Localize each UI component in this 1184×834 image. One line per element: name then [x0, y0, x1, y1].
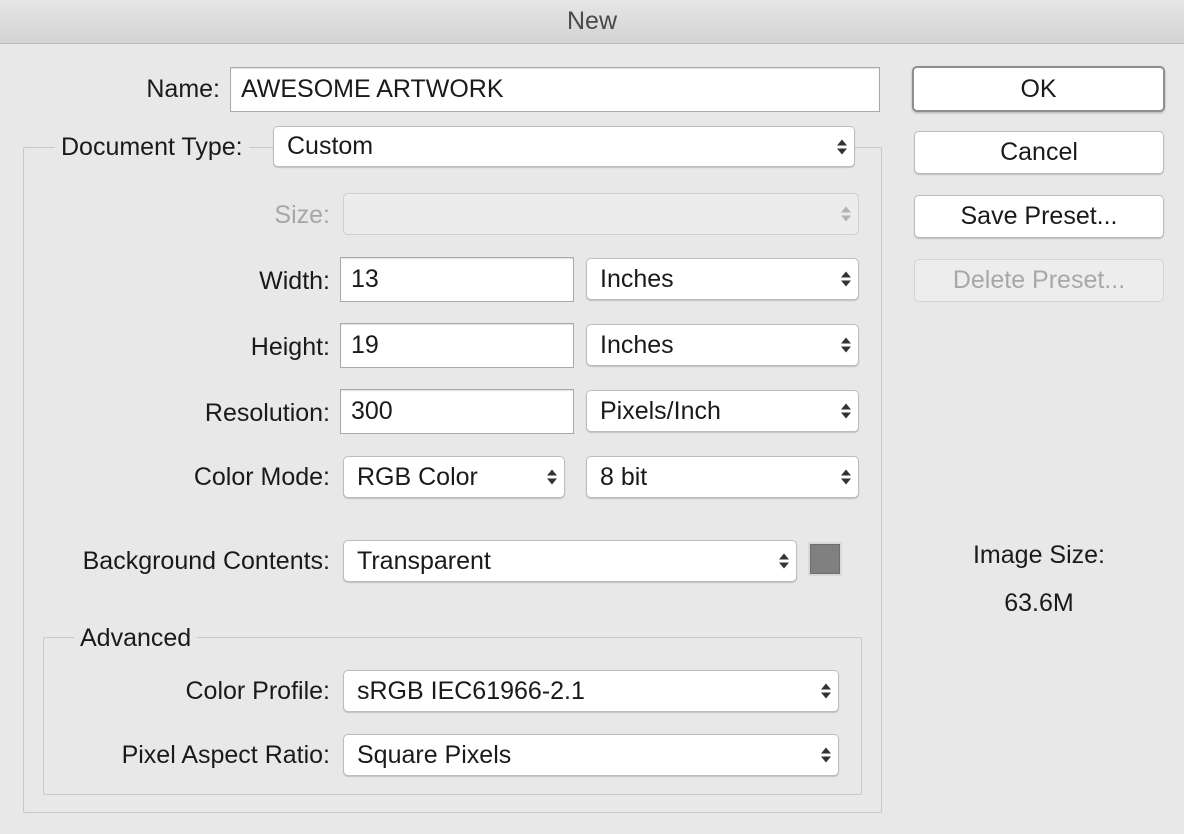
pixel-aspect-ratio-label: Pixel Aspect Ratio: — [121, 741, 330, 769]
height-unit-value: Inches — [600, 330, 674, 359]
width-label: Width: — [259, 267, 330, 295]
color-profile-select[interactable]: sRGB IEC61966-2.1 — [343, 670, 839, 712]
color-mode-value: RGB Color — [357, 462, 478, 491]
resolution-input[interactable]: 300 — [340, 389, 574, 434]
image-size-label: Image Size: — [972, 541, 1105, 569]
document-type-label: Document Type: — [55, 132, 249, 162]
color-mode-select[interactable]: RGB Color — [343, 456, 565, 498]
name-label: Name: — [146, 75, 220, 103]
color-profile-value: sRGB IEC61966-2.1 — [357, 676, 585, 705]
color-mode-label: Color Mode: — [193, 463, 330, 491]
background-color-swatch[interactable] — [810, 544, 840, 574]
color-profile-label: Color Profile: — [185, 677, 331, 705]
select-arrows-icon — [821, 683, 831, 699]
height-unit-select[interactable]: Inches — [586, 324, 859, 366]
select-arrows-icon — [841, 271, 851, 287]
width-unit-select[interactable]: Inches — [586, 258, 859, 300]
size-label: Size: — [274, 201, 330, 229]
height-input[interactable]: 19 — [340, 323, 574, 368]
cancel-button[interactable]: Cancel — [914, 131, 1164, 174]
background-contents-value: Transparent — [357, 546, 491, 575]
resolution-unit-select[interactable]: Pixels/Inch — [586, 390, 859, 432]
width-unit-value: Inches — [600, 264, 674, 293]
new-document-dialog: New Name: AWESOME ARTWORK Document Type:… — [0, 0, 1184, 834]
select-arrows-icon — [837, 139, 847, 154]
advanced-title: Advanced — [74, 623, 198, 653]
size-select — [343, 193, 859, 235]
image-size-value: 63.6M — [1004, 589, 1074, 617]
bit-depth-select[interactable]: 8 bit — [586, 456, 859, 498]
width-input[interactable]: 13 — [340, 257, 574, 302]
save-preset-button[interactable]: Save Preset... — [914, 195, 1164, 238]
background-contents-select[interactable]: Transparent — [343, 540, 797, 582]
select-arrows-icon — [547, 469, 557, 485]
title-bar: New — [0, 0, 1184, 44]
delete-preset-button: Delete Preset... — [914, 259, 1164, 302]
name-input[interactable]: AWESOME ARTWORK — [230, 67, 880, 112]
height-label: Height: — [250, 333, 330, 361]
ok-button[interactable]: OK — [912, 66, 1165, 112]
resolution-unit-value: Pixels/Inch — [600, 396, 721, 425]
select-arrows-icon — [841, 337, 851, 353]
select-arrows-icon — [841, 469, 851, 485]
select-arrows-icon — [779, 553, 789, 569]
document-type-select[interactable]: Custom — [273, 126, 855, 167]
background-contents-label: Background Contents: — [82, 547, 330, 575]
pixel-aspect-ratio-value: Square Pixels — [357, 740, 512, 769]
resolution-label: Resolution: — [204, 399, 330, 427]
select-arrows-icon — [841, 206, 851, 222]
window-title: New — [566, 7, 617, 35]
document-type-value: Custom — [287, 132, 374, 160]
bit-depth-value: 8 bit — [600, 462, 648, 491]
select-arrows-icon — [841, 403, 851, 419]
select-arrows-icon — [821, 747, 831, 763]
pixel-aspect-ratio-select[interactable]: Square Pixels — [343, 734, 839, 776]
